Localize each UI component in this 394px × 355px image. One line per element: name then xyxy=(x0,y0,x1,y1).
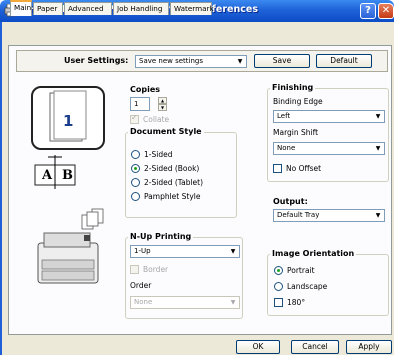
spin-down-icon[interactable]: ▼ xyxy=(158,104,167,111)
output-select[interactable]: Default Tray ▼ xyxy=(273,209,385,222)
no-offset-checkbox[interactable] xyxy=(273,164,282,173)
tab-watermark[interactable]: Watermark xyxy=(170,2,214,15)
rotate-180-checkbox[interactable] xyxy=(274,298,283,307)
save-settings-button[interactable]: Save xyxy=(254,54,310,68)
close-button[interactable]: ✕ xyxy=(378,3,394,19)
booklet-letter-a: A xyxy=(42,168,53,183)
binding-edge-label: Binding Edge xyxy=(273,97,323,106)
output-title: Output: xyxy=(273,197,308,206)
user-settings-value: Save new settings xyxy=(139,57,204,65)
radio-1-sided[interactable] xyxy=(131,150,140,159)
booklet-letter-b: B xyxy=(62,168,73,183)
chevron-down-icon: ▼ xyxy=(230,299,236,306)
image-orientation-group xyxy=(267,254,389,316)
tab-job-handling[interactable]: Job Handling xyxy=(113,2,169,15)
binding-edge-select[interactable]: Left ▼ xyxy=(273,110,385,123)
binding-edge-value: Left xyxy=(277,112,291,120)
cancel-button[interactable]: Cancel xyxy=(291,340,339,354)
chevron-down-icon: ▼ xyxy=(375,113,381,120)
nup-value: 1-Up xyxy=(134,247,151,255)
nup-select[interactable]: 1-Up ▼ xyxy=(130,245,240,258)
document-style-title: Document Style xyxy=(128,127,204,136)
ok-button[interactable]: OK xyxy=(236,340,280,354)
no-offset-label: No Offset xyxy=(286,164,322,173)
printer-illustration-icon xyxy=(37,232,99,284)
collate-checkbox[interactable] xyxy=(130,113,139,124)
spin-up-icon[interactable]: ▲ xyxy=(158,97,167,104)
border-label: Border xyxy=(143,265,169,274)
chevron-down-icon: ▼ xyxy=(230,248,236,255)
radio-2-sided-book[interactable] xyxy=(131,164,140,173)
label-portrait: Portrait xyxy=(287,266,315,275)
output-value: Default Tray xyxy=(277,211,320,219)
user-settings-select[interactable]: Save new settings ▼ xyxy=(135,55,247,68)
chevron-down-icon: ▼ xyxy=(375,145,381,152)
order-select[interactable]: None ▼ xyxy=(130,296,240,309)
copies-input[interactable]: 1 xyxy=(130,97,150,111)
label-1-sided: 1-Sided xyxy=(144,150,173,159)
margin-shift-select[interactable]: None ▼ xyxy=(273,142,385,155)
label-pamphlet-style: Pamphlet Style xyxy=(144,192,201,201)
label-2-sided-tablet: 2-Sided (Tablet) xyxy=(144,178,204,187)
chevron-down-icon: ▼ xyxy=(375,212,381,219)
finishing-title: Finishing xyxy=(270,83,316,92)
tab-main[interactable]: Main xyxy=(10,0,32,16)
rotate-180-label: 180° xyxy=(287,298,306,307)
order-value: None xyxy=(134,298,153,306)
preview-page-number: 1 xyxy=(63,112,74,130)
document-stack-icon xyxy=(81,208,104,230)
margin-shift-value: None xyxy=(277,144,296,152)
tab-advanced[interactable]: Advanced xyxy=(64,2,112,15)
apply-button[interactable]: Apply xyxy=(346,340,392,354)
margin-shift-label: Margin Shift xyxy=(273,128,319,137)
radio-pamphlet-style[interactable] xyxy=(131,192,140,201)
document-style-group xyxy=(125,132,237,218)
user-settings-label: User Settings: xyxy=(64,56,129,65)
radio-portrait[interactable] xyxy=(274,266,283,275)
border-checkbox[interactable] xyxy=(130,265,139,274)
order-label: Order xyxy=(130,281,152,290)
copies-title: Copies xyxy=(130,85,161,94)
nup-printing-title: N-Up Printing xyxy=(128,232,194,241)
radio-landscape[interactable] xyxy=(274,282,283,291)
label-2-sided-book: 2-Sided (Book) xyxy=(144,164,200,173)
image-orientation-title: Image Orientation xyxy=(270,249,357,258)
tab-paper[interactable]: Paper xyxy=(33,2,63,15)
collate-label: Collate xyxy=(143,115,170,124)
radio-2-sided-tablet[interactable] xyxy=(131,178,140,187)
default-settings-button[interactable]: Default xyxy=(316,54,372,68)
help-button[interactable]: ? xyxy=(360,3,376,19)
chevron-down-icon: ▼ xyxy=(237,58,243,65)
label-landscape: Landscape xyxy=(287,282,328,291)
